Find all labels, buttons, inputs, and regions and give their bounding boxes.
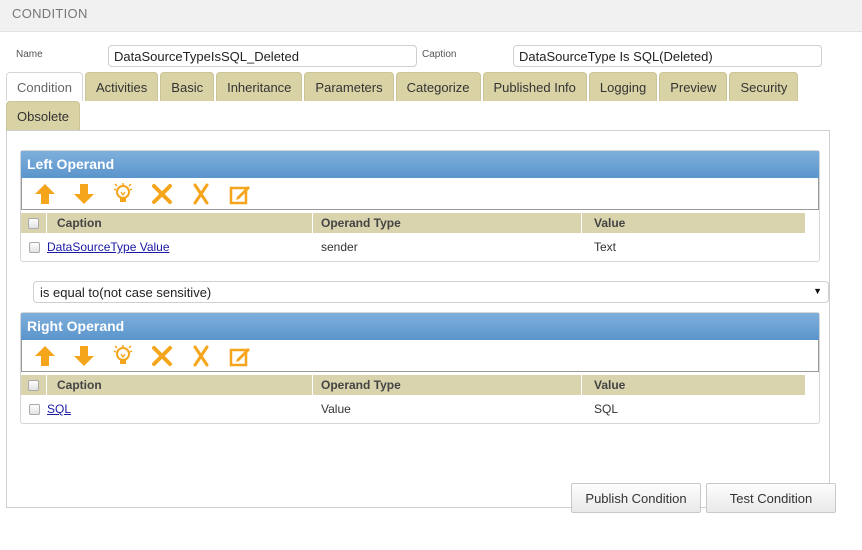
column-value: Value [582, 213, 806, 233]
table-row: DataSourceType Value sender Text [21, 233, 806, 261]
right-operand-toolbar [21, 340, 819, 372]
move-up-icon[interactable] [32, 343, 57, 368]
tab-basic[interactable]: Basic [160, 72, 215, 101]
caption-input[interactable] [513, 45, 822, 67]
caption-label: Caption [422, 49, 457, 60]
tab-bar: Condition Activities Basic Inheritance P… [6, 72, 799, 101]
page-title: CONDITION [12, 6, 88, 21]
move-down-icon[interactable] [71, 181, 96, 206]
tab-inheritance[interactable]: Inheritance [216, 72, 303, 101]
name-label: Name [16, 49, 43, 60]
delete-icon[interactable] [149, 181, 174, 206]
operand-value-cell: SQL [594, 402, 619, 416]
operator-selected-value: is equal to(not case sensitive) [40, 285, 212, 300]
tab-published-info[interactable]: Published Info [482, 72, 587, 101]
row-checkbox[interactable] [28, 403, 40, 415]
operand-type-cell: sender [321, 240, 358, 254]
tab-obsolete[interactable]: Obsolete [6, 101, 81, 130]
chevron-down-icon: ▼ [813, 286, 822, 296]
tab-bar-row-2: Obsolete [6, 101, 81, 130]
column-caption: Caption [47, 375, 313, 395]
select-all-checkbox[interactable] [28, 379, 39, 391]
column-operand-type: Operand Type [313, 213, 582, 233]
table-row: SQL Value SQL [21, 395, 806, 423]
right-operand-title: Right Operand [21, 313, 819, 340]
move-down-icon[interactable] [71, 343, 96, 368]
right-operand-grid-header: Caption Operand Type Value [21, 375, 806, 395]
operand-caption-link[interactable]: DataSourceType Value [47, 240, 170, 254]
delete-icon[interactable] [149, 343, 174, 368]
edit-icon[interactable] [227, 343, 252, 368]
operand-value-cell: Text [594, 240, 617, 254]
row-checkbox[interactable] [28, 241, 40, 253]
operand-type-cell: Value [321, 402, 351, 416]
right-operand-section: Right Operand Caption Operand Type Value… [20, 312, 820, 424]
tab-preview[interactable]: Preview [659, 72, 728, 101]
column-operand-type: Operand Type [313, 375, 582, 395]
tab-condition[interactable]: Condition [6, 72, 83, 101]
tab-activities[interactable]: Activities [85, 72, 159, 101]
move-up-icon[interactable] [32, 181, 57, 206]
tab-parameters[interactable]: Parameters [304, 72, 394, 101]
tab-security[interactable]: Security [729, 72, 799, 101]
left-operand-section: Left Operand Caption Operand Type Value … [20, 150, 820, 262]
operator-select[interactable]: is equal to(not case sensitive) ▼ [33, 281, 829, 303]
publish-condition-button[interactable]: Publish Condition [571, 483, 701, 513]
test-condition-button[interactable]: Test Condition [706, 483, 836, 513]
left-operand-toolbar [21, 178, 819, 210]
left-operand-title: Left Operand [21, 151, 819, 178]
select-all-checkbox[interactable] [28, 217, 39, 229]
name-input[interactable] [108, 45, 417, 67]
split-icon[interactable] [188, 181, 213, 206]
left-operand-grid-header: Caption Operand Type Value [21, 213, 806, 233]
tab-categorize[interactable]: Categorize [395, 72, 481, 101]
edit-icon[interactable] [227, 181, 252, 206]
condition-panel: Left Operand Caption Operand Type Value … [6, 130, 830, 508]
tab-logging[interactable]: Logging [588, 72, 658, 101]
column-caption: Caption [47, 213, 313, 233]
column-value: Value [582, 375, 806, 395]
split-icon[interactable] [188, 343, 213, 368]
lightbulb-icon[interactable] [110, 181, 135, 206]
lightbulb-icon[interactable] [110, 343, 135, 368]
header-bar: CONDITION [0, 0, 862, 32]
operand-caption-link[interactable]: SQL [47, 402, 71, 416]
